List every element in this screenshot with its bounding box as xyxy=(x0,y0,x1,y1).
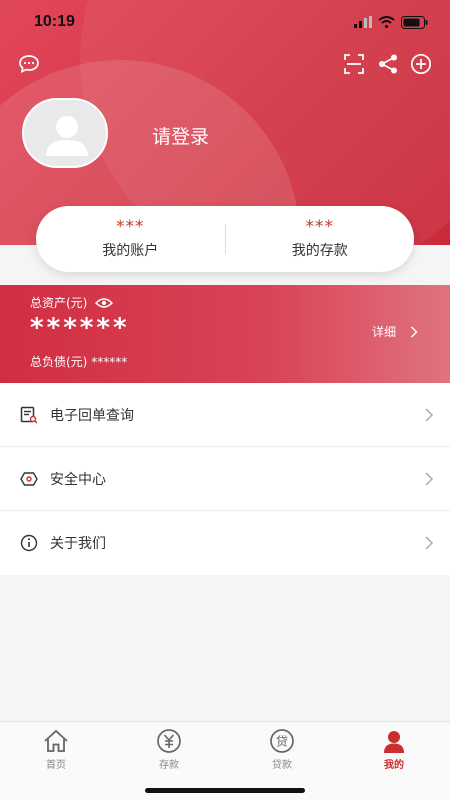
menu-label: 安全中心 xyxy=(50,471,106,488)
scan-icon xyxy=(344,54,364,74)
detail-label: 详细 xyxy=(371,325,396,339)
deposits-masked-value: *** xyxy=(305,217,334,237)
wifi-icon xyxy=(378,16,395,28)
total-debt-label: 总负债(元) xyxy=(30,355,88,369)
eye-icon[interactable] xyxy=(95,297,114,309)
status-icons xyxy=(354,15,428,29)
chevron-right-icon xyxy=(425,536,434,550)
menu-item-security-center[interactable]: 安全中心 xyxy=(0,447,450,511)
status-bar: 10:19 xyxy=(0,0,450,44)
tab-loans[interactable]: 贷 贷款 xyxy=(242,728,322,771)
tab-mine[interactable]: 我的 xyxy=(354,728,434,771)
accounts-masked-value: *** xyxy=(116,217,145,237)
tab-home[interactable]: 首页 xyxy=(16,728,96,771)
tab-label: 存款 xyxy=(159,760,179,771)
chevron-right-icon xyxy=(425,471,434,486)
add-button[interactable] xyxy=(408,51,434,77)
deposits-label: 我的存款 xyxy=(291,243,348,259)
signal-icon xyxy=(354,16,372,28)
chevron-right-icon xyxy=(410,325,418,338)
total-debt-masked: ****** xyxy=(91,355,128,369)
share-icon xyxy=(379,54,397,74)
scan-button[interactable] xyxy=(341,51,367,77)
login-prompt[interactable]: 请登录 xyxy=(152,122,209,149)
total-debt: 总负债(元) ****** xyxy=(30,353,127,370)
total-assets-title: 总资产(元) xyxy=(30,294,114,311)
assets-detail-link[interactable]: 详细 xyxy=(372,323,418,340)
account-summary-card: *** 我的账户 *** 我的存款 xyxy=(36,206,414,272)
assets-panel: 总资产(元) ****** 详细 总负债(元) ****** xyxy=(0,285,450,383)
share-button[interactable] xyxy=(375,51,401,77)
receipt-search-icon xyxy=(20,406,38,424)
tab-deposits[interactable]: 存款 xyxy=(129,728,209,771)
default-avatar-icon xyxy=(46,116,88,156)
message-button[interactable] xyxy=(16,51,42,77)
my-deposits[interactable]: *** 我的存款 xyxy=(226,206,415,272)
loan-icon: 贷 xyxy=(270,729,294,753)
message-icon xyxy=(19,55,39,73)
tab-label: 首页 xyxy=(46,760,66,771)
status-time: 10:19 xyxy=(34,13,75,30)
tab-label: 贷款 xyxy=(272,760,292,771)
home-indicator xyxy=(145,788,305,793)
total-assets-masked: ****** xyxy=(30,313,130,343)
chevron-right-icon xyxy=(425,407,434,422)
tab-label: 我的 xyxy=(384,760,404,771)
menu-label: 关于我们 xyxy=(50,536,106,552)
shield-icon xyxy=(20,470,38,488)
info-icon xyxy=(20,534,38,552)
total-assets-label: 总资产(元) xyxy=(30,296,88,310)
person-icon xyxy=(384,731,404,753)
svg-text:贷: 贷 xyxy=(276,735,288,749)
plus-circle-icon xyxy=(410,53,432,75)
battery-icon xyxy=(401,15,428,29)
top-action-bar xyxy=(0,50,450,80)
yuan-icon xyxy=(157,729,181,753)
settings-menu: 电子回单查询 安全中心 关于我们 xyxy=(0,383,450,575)
home-icon xyxy=(44,729,68,752)
menu-item-receipt-query[interactable]: 电子回单查询 xyxy=(0,383,450,447)
menu-label: 电子回单查询 xyxy=(50,407,134,424)
avatar[interactable] xyxy=(22,98,108,168)
menu-item-about-us[interactable]: 关于我们 xyxy=(0,511,450,575)
my-accounts[interactable]: *** 我的账户 xyxy=(36,206,225,272)
accounts-label: 我的账户 xyxy=(102,243,159,259)
